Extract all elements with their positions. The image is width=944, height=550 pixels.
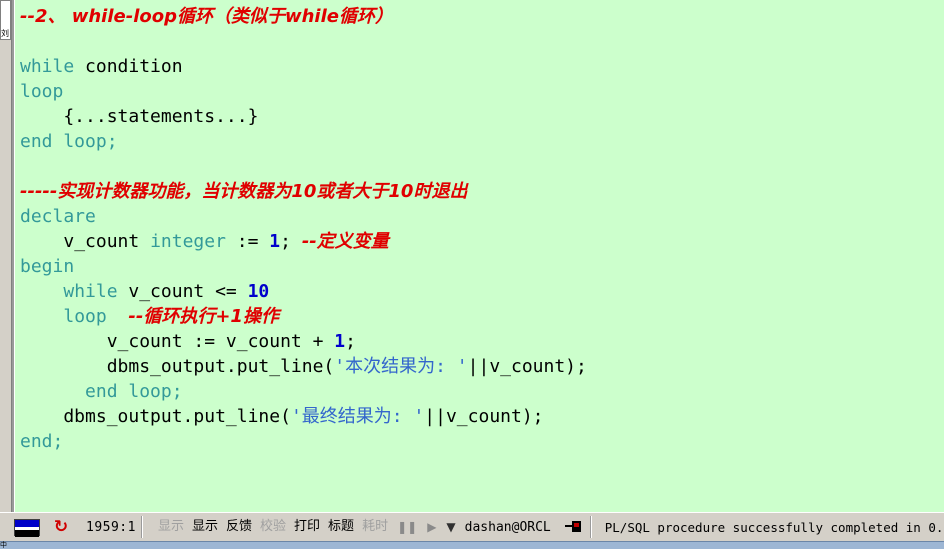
code-line-15: dbms_output.put_line('本次结果为: '||v_count)… <box>20 354 944 379</box>
number-literal: 1 <box>334 331 346 352</box>
separator <box>140 516 143 538</box>
identifier-v-count: v_count <box>63 231 151 252</box>
code-line-3: while condition <box>20 54 944 79</box>
comment-token: --定义变量 <box>301 231 389 252</box>
call-tail: ||v_count); <box>424 406 544 427</box>
sql-editor[interactable]: --2、 while-loop循环（类似于while循环） while cond… <box>12 0 944 512</box>
play-icon[interactable]: ▶ <box>422 518 441 536</box>
assign-operator: := <box>225 231 270 252</box>
pause-icon[interactable]: ❚❚ <box>392 518 422 536</box>
keyword-while: while <box>63 281 118 302</box>
call-tail: ||v_count); <box>467 356 587 377</box>
status-message: PL/SQL procedure successfully completed … <box>604 519 944 535</box>
separator <box>589 516 592 538</box>
code-line-4: loop <box>20 79 944 104</box>
procedure-call: dbms_output.put_line( <box>20 356 335 377</box>
keyword-integer: integer <box>150 231 226 252</box>
button-verify[interactable]: 校验 <box>257 517 289 537</box>
plsql-developer-window: 刘 --2、 while-loop循环（类似于while循环） while co… <box>0 0 944 549</box>
code-line-11: begin <box>20 254 944 279</box>
status-buttons: 显示 显示 反馈 校验 打印 标题 耗时 <box>154 517 392 537</box>
statements-placeholder: {...statements...} <box>20 106 259 127</box>
cursor-position: 1959:1 <box>86 519 136 535</box>
number-literal: 1 <box>269 231 281 252</box>
code-line-18: end; <box>20 429 944 454</box>
keyword-end: end; <box>20 431 64 452</box>
code-line-9: declare <box>20 204 944 229</box>
keyword-end-loop: end loop; <box>20 131 118 152</box>
keyword-loop: loop <box>63 306 107 327</box>
code-line-17: dbms_output.put_line('最终结果为: '||v_count)… <box>20 404 944 429</box>
code-area[interactable]: --2、 while-loop循环（类似于while循环） while cond… <box>20 4 944 510</box>
assignment-expression: v_count := v_count + <box>20 331 335 352</box>
code-line-14: v_count := v_count + 1; <box>20 329 944 354</box>
pin-icon[interactable] <box>564 519 585 535</box>
code-line-1: --2、 while-loop循环（类似于while循环） <box>20 4 944 29</box>
keyword-declare: declare <box>20 206 96 227</box>
left-docked-panel[interactable]: 刘 <box>0 0 12 512</box>
comment-token: --循环执行+1操作 <box>128 306 279 327</box>
left-panel-label: 刘 <box>1 29 9 38</box>
comment-token: -----实现计数器功能，当计数器为10或者大于10时退出 <box>20 181 468 202</box>
button-show-disabled[interactable]: 显示 <box>155 517 187 537</box>
button-feedback[interactable]: 反馈 <box>223 517 255 537</box>
bottom-bar: 中 <box>0 541 944 549</box>
button-print[interactable]: 打印 <box>291 517 323 537</box>
status-bar: ↻ 1959:1 显示 显示 反馈 校验 打印 标题 耗时 ❚❚ ▶ ▼ das… <box>0 512 944 541</box>
chevron-down-icon[interactable]: ▼ <box>441 518 460 536</box>
comment-token: --2、 while-loop循环（类似于while循环） <box>20 6 393 27</box>
procedure-call: dbms_output.put_line( <box>20 406 291 427</box>
button-title[interactable]: 标题 <box>325 517 357 537</box>
session-label[interactable]: dashan@ORCL <box>465 520 551 535</box>
button-show[interactable]: 显示 <box>189 517 221 537</box>
code-line-16: end loop; <box>20 379 944 404</box>
code-line-5: {...statements...} <box>20 104 944 129</box>
condition-expression: v_count <= <box>117 281 248 302</box>
reload-icon[interactable]: ↻ <box>52 518 70 536</box>
keyword-begin: begin <box>20 256 75 277</box>
code-line-8: -----实现计数器功能，当计数器为10或者大于10时退出 <box>20 179 944 204</box>
keyword-end-loop: end loop; <box>20 381 183 402</box>
string-literal: '本次结果为: ' <box>334 356 468 377</box>
flag-icon[interactable] <box>14 518 40 537</box>
number-literal: 10 <box>247 281 270 302</box>
semicolon: ; <box>280 231 302 252</box>
keyword-loop: loop <box>20 81 64 102</box>
button-elapsed-time[interactable]: 耗时 <box>359 517 391 537</box>
code-line-12: while v_count <= 10 <box>20 279 944 304</box>
semicolon: ; <box>345 331 356 352</box>
string-literal: '最终结果为: ' <box>290 406 425 427</box>
code-line-10: v_count integer := 1; --定义变量 <box>20 229 944 254</box>
code-line-13: loop --循环执行+1操作 <box>20 304 944 329</box>
code-line-6: end loop; <box>20 129 944 154</box>
identifier-condition: condition <box>85 56 183 77</box>
keyword-while: while <box>20 56 75 77</box>
